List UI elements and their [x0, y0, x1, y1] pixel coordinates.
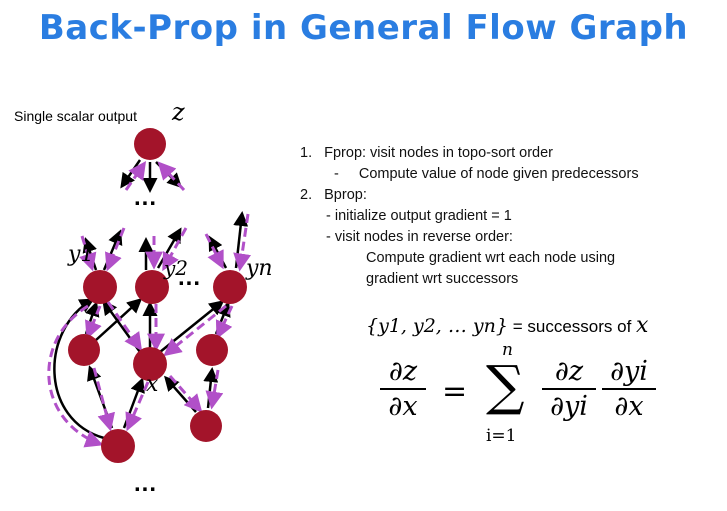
algorithm-steps: 1. Fprop: visit nodes in topo-sort order…: [300, 143, 639, 290]
bedge-up2-y1: [104, 227, 126, 272]
step-2-sub3b: gradient wrt successors: [366, 271, 519, 287]
factor-1-fraction: ∂z ∂yi: [542, 356, 596, 422]
node-y1: [83, 270, 117, 304]
dots-top: ...: [134, 184, 158, 211]
node-bottom: [101, 429, 135, 463]
label-x: x: [146, 372, 159, 397]
sum-symbol: ∑: [486, 354, 525, 417]
chain-rule-formula: ∂z ∂x = n ∑ i=1 ∂z ∂yi ∂yi ∂x: [378, 340, 698, 454]
label-y1: y1: [68, 242, 95, 267]
sum-lower-limit: i=1: [486, 426, 517, 446]
successors-definition: {y1, y2, … yn} = successors of x: [366, 313, 648, 338]
factor-2-fraction: ∂yi ∂x: [602, 356, 656, 422]
bedge-out2-z: [157, 161, 186, 192]
label-yn: yn: [246, 256, 273, 281]
bedge-up1-yn: [204, 233, 224, 270]
node-left: [68, 334, 100, 366]
bedge-x-br: [168, 375, 203, 413]
node-yn: [213, 270, 247, 304]
nodes: [68, 128, 247, 463]
bedge-r-br: [205, 369, 224, 410]
step-2-number: 2.: [300, 187, 313, 203]
dots-bottom: ...: [134, 470, 158, 497]
equals-sign: =: [442, 374, 468, 409]
step-2-sub3a: Compute gradient wrt each node using: [366, 250, 616, 266]
successors-x: x: [636, 313, 649, 338]
step-2-sub2: - visit nodes in reverse order:: [326, 229, 513, 245]
step-2: 2. Bprop:: [300, 185, 639, 206]
node-bottom-right: [190, 410, 222, 442]
node-right: [196, 334, 228, 366]
step-1-sub-bullet: -: [334, 166, 339, 182]
step-1: 1. Fprop: visit nodes in topo-sort order: [300, 143, 639, 164]
step-1-text: Fprop: visit nodes in topo-sort order: [324, 145, 554, 161]
label-y2: y2: [164, 256, 189, 280]
node-z: [134, 128, 166, 160]
step-2-sub1: - initialize output gradient = 1: [326, 208, 512, 224]
lhs-fraction: ∂z ∂x: [380, 356, 426, 422]
successor-set: {y1, y2, … yn}: [366, 315, 508, 337]
step-1-number: 1.: [300, 145, 313, 161]
successors-text: = successors of: [508, 317, 637, 336]
edge-yn-up1: [208, 235, 228, 269]
step-1-sub: - Compute value of node given predecesso…: [334, 164, 639, 185]
edge-y1-up2: [102, 229, 123, 271]
edge-b-x: [122, 377, 145, 429]
step-1-sub-text: Compute value of node given predecessors: [358, 166, 639, 182]
edge-br-x: [164, 375, 197, 413]
step-2-text: Bprop:: [324, 187, 367, 203]
